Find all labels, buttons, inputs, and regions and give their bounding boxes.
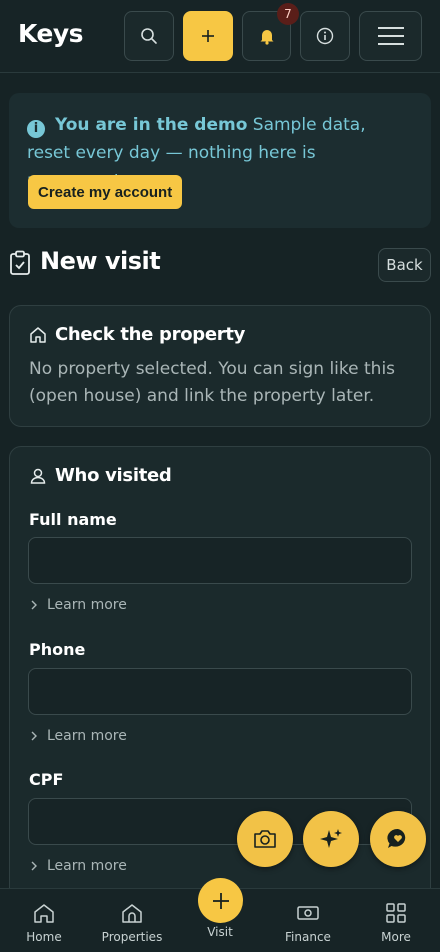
camera-icon (254, 830, 276, 848)
chat-heart-icon (387, 828, 406, 848)
nav-item-label: Properties (101, 930, 163, 944)
chevron-right-icon (31, 861, 37, 871)
clipboard-check-icon (10, 250, 30, 275)
learn-more-label: Learn more (47, 728, 127, 744)
chat-button[interactable] (370, 811, 426, 867)
camera-button[interactable] (237, 811, 293, 867)
chevron-right-icon (31, 731, 37, 741)
demo-banner-title: You are in the demo (55, 115, 248, 135)
user-icon (30, 468, 46, 484)
ai-assist-button[interactable] (303, 811, 359, 867)
home-icon (30, 326, 46, 343)
menu-button[interactable] (359, 11, 422, 61)
cash-icon (297, 906, 319, 920)
nav-item-home[interactable]: Home (4, 903, 84, 944)
page-title: New visit (40, 247, 161, 275)
bell-icon (260, 30, 273, 45)
learn-more-label: Learn more (47, 858, 127, 874)
nav-item-label: Finance (285, 930, 331, 944)
cpf-label: CPF (29, 770, 64, 789)
home-icon (34, 904, 54, 923)
nav-item-more[interactable]: More (356, 903, 436, 944)
search-button[interactable] (124, 11, 174, 61)
search-icon (141, 28, 157, 44)
visitor-card-title: Who visited (55, 465, 172, 486)
full-name-input[interactable] (28, 537, 412, 584)
create-account-button[interactable]: Create my account (28, 175, 183, 209)
property-card-title: Check the property (55, 324, 246, 345)
nav-item-finance[interactable]: Finance (268, 903, 348, 944)
back-button[interactable]: Back (378, 248, 431, 282)
demo-banner: i You are in the demo Sample data, reset … (9, 93, 431, 228)
info-button[interactable] (300, 11, 350, 61)
plus-icon (202, 30, 214, 42)
add-button[interactable] (183, 11, 233, 61)
app-logo[interactable]: Keys (18, 19, 84, 48)
property-card: Check the property No property selected.… (9, 305, 431, 427)
phone-label: Phone (29, 640, 86, 659)
nav-item-visit[interactable] (198, 878, 243, 923)
phone-learn-more[interactable]: Learn more (30, 728, 127, 744)
cpf-learn-more[interactable]: Learn more (30, 858, 127, 874)
page-header: New visit Back (9, 246, 431, 282)
notifications-button[interactable]: 7 (242, 3, 299, 61)
info-icon: i (27, 120, 45, 138)
learn-more-label: Learn more (47, 597, 127, 613)
property-card-description: No property selected. You can sign like … (29, 359, 396, 406)
full-name-learn-more[interactable]: Learn more (30, 597, 127, 613)
hamburger-icon (377, 27, 404, 45)
nav-item-properties[interactable]: Properties (92, 903, 172, 944)
nav-item-label: Home (26, 930, 62, 944)
full-name-label: Full name (29, 510, 117, 529)
app-header: Keys 7 (0, 0, 440, 73)
info-icon (316, 27, 334, 45)
notifications-badge: 7 (277, 3, 299, 25)
nav-item-label: More (381, 930, 411, 944)
grid-icon (386, 903, 406, 923)
visitor-card: Who visited Full name Learn more Phone L… (9, 446, 431, 916)
property-card-header: Check the property (29, 324, 245, 345)
phone-input[interactable] (28, 668, 412, 715)
visitor-card-header: Who visited (29, 465, 172, 486)
plus-icon (212, 892, 229, 909)
nav-item-visit-label: Visit (207, 925, 233, 939)
properties-icon (122, 904, 142, 923)
sparkles-icon (320, 829, 342, 848)
chevron-right-icon (31, 600, 37, 610)
